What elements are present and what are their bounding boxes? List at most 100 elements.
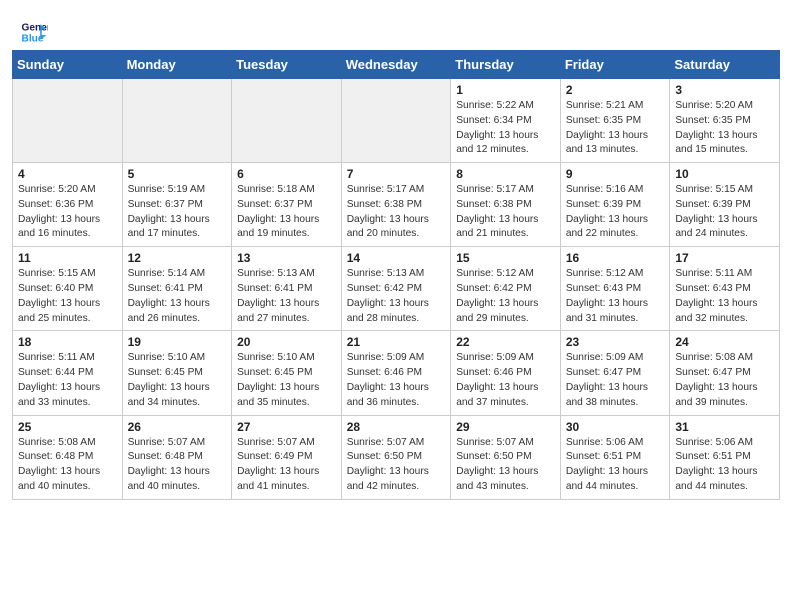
day-number: 29 <box>456 420 555 434</box>
day-info: Sunrise: 5:09 AMSunset: 6:47 PMDaylight:… <box>566 351 665 410</box>
day-number: 7 <box>347 167 446 181</box>
calendar-cell: 20Sunrise: 5:10 AMSunset: 6:45 PMDayligh… <box>232 331 342 415</box>
calendar-cell: 31 Sunrise: 5:06 AMSunset: 6:51 PMDayligh… <box>670 415 780 499</box>
logo: General Blue <box>20 18 52 46</box>
col-saturday: Saturday <box>670 51 780 79</box>
day-info: Sunrise: 5:10 AMSunset: 6:45 PMDaylight:… <box>128 351 227 410</box>
calendar-cell: 29Sunrise: 5:07 AMSunset: 6:50 PMDayligh… <box>451 415 561 499</box>
day-info: Sunrise: 5:20 AMSunset: 6:36 PMDaylight:… <box>18 183 117 242</box>
calendar-table: Sunday Monday Tuesday Wednesday Thursday… <box>12 50 780 500</box>
header: General Blue <box>0 0 792 50</box>
day-number: 1 <box>456 83 555 97</box>
day-info: Sunrise: 5:17 AMSunset: 6:38 PMDaylight:… <box>347 183 446 242</box>
day-info: Sunrise: 5:20 AMSunset: 6:35 PMDaylight:… <box>675 99 774 158</box>
day-info: Sunrise: 5:19 AMSunset: 6:37 PMDaylight:… <box>128 183 227 242</box>
week-row-2: 4 Sunrise: 5:20 AMSunset: 6:36 PMDaylight… <box>13 163 780 247</box>
day-info: Sunrise: 5:06 AMSunset: 6:51 PMDaylight:… <box>675 436 774 495</box>
day-info: Sunrise: 5:07 AMSunset: 6:50 PMDaylight:… <box>347 436 446 495</box>
calendar-cell: 16 Sunrise: 5:12 AMSunset: 6:43 PMDayligh… <box>560 247 670 331</box>
day-number: 3 <box>675 83 774 97</box>
day-number: 31 <box>675 420 774 434</box>
col-friday: Friday <box>560 51 670 79</box>
day-number: 16 <box>566 251 665 265</box>
calendar-cell: 21Sunrise: 5:09 AMSunset: 6:46 PMDayligh… <box>341 331 451 415</box>
calendar-cell: 15Sunrise: 5:12 AMSunset: 6:42 PMDayligh… <box>451 247 561 331</box>
calendar-cell: 13 Sunrise: 5:13 AMSunset: 6:41 PMDayligh… <box>232 247 342 331</box>
day-number: 25 <box>18 420 117 434</box>
col-wednesday: Wednesday <box>341 51 451 79</box>
day-number: 13 <box>237 251 336 265</box>
day-info: Sunrise: 5:14 AMSunset: 6:41 PMDaylight:… <box>128 267 227 326</box>
day-number: 6 <box>237 167 336 181</box>
calendar-cell: 17 Sunrise: 5:11 AMSunset: 6:43 PMDayligh… <box>670 247 780 331</box>
day-number: 23 <box>566 335 665 349</box>
day-number: 5 <box>128 167 227 181</box>
day-info: Sunrise: 5:11 AMSunset: 6:43 PMDaylight:… <box>675 267 774 326</box>
day-number: 9 <box>566 167 665 181</box>
day-number: 8 <box>456 167 555 181</box>
calendar-cell: 3 Sunrise: 5:20 AMSunset: 6:35 PMDaylight… <box>670 79 780 163</box>
week-row-5: 25 Sunrise: 5:08 AMSunset: 6:48 PMDayligh… <box>13 415 780 499</box>
day-info: Sunrise: 5:09 AMSunset: 6:46 PMDaylight:… <box>347 351 446 410</box>
calendar-cell: 1 Sunrise: 5:22 AMSunset: 6:34 PMDaylight… <box>451 79 561 163</box>
day-info: Sunrise: 5:06 AMSunset: 6:51 PMDaylight:… <box>566 436 665 495</box>
day-number: 4 <box>18 167 117 181</box>
calendar-cell: 11 Sunrise: 5:15 AMSunset: 6:40 PMDayligh… <box>13 247 123 331</box>
day-number: 30 <box>566 420 665 434</box>
calendar-cell: 22Sunrise: 5:09 AMSunset: 6:46 PMDayligh… <box>451 331 561 415</box>
day-number: 22 <box>456 335 555 349</box>
day-number: 12 <box>128 251 227 265</box>
calendar-cell: 14 Sunrise: 5:13 AMSunset: 6:42 PMDayligh… <box>341 247 451 331</box>
calendar-cell: 18 Sunrise: 5:11 AMSunset: 6:44 PMDayligh… <box>13 331 123 415</box>
calendar-cell: 30 Sunrise: 5:06 AMSunset: 6:51 PMDayligh… <box>560 415 670 499</box>
day-number: 20 <box>237 335 336 349</box>
day-info: Sunrise: 5:17 AMSunset: 6:38 PMDaylight:… <box>456 183 555 242</box>
calendar-wrapper: Sunday Monday Tuesday Wednesday Thursday… <box>0 50 792 512</box>
day-number: 18 <box>18 335 117 349</box>
week-row-3: 11 Sunrise: 5:15 AMSunset: 6:40 PMDayligh… <box>13 247 780 331</box>
day-number: 11 <box>18 251 117 265</box>
day-info: Sunrise: 5:15 AMSunset: 6:40 PMDaylight:… <box>18 267 117 326</box>
logo-icon: General Blue <box>20 18 48 46</box>
calendar-cell: 9 Sunrise: 5:16 AMSunset: 6:39 PMDaylight… <box>560 163 670 247</box>
col-tuesday: Tuesday <box>232 51 342 79</box>
calendar-cell <box>13 79 123 163</box>
day-info: Sunrise: 5:22 AMSunset: 6:34 PMDaylight:… <box>456 99 555 158</box>
calendar-cell: 23 Sunrise: 5:09 AMSunset: 6:47 PMDayligh… <box>560 331 670 415</box>
calendar-cell: 24 Sunrise: 5:08 AMSunset: 6:47 PMDayligh… <box>670 331 780 415</box>
day-info: Sunrise: 5:12 AMSunset: 6:42 PMDaylight:… <box>456 267 555 326</box>
day-number: 27 <box>237 420 336 434</box>
calendar-cell: 7 Sunrise: 5:17 AMSunset: 6:38 PMDaylight… <box>341 163 451 247</box>
col-thursday: Thursday <box>451 51 561 79</box>
week-row-1: 1 Sunrise: 5:22 AMSunset: 6:34 PMDaylight… <box>13 79 780 163</box>
calendar-cell <box>232 79 342 163</box>
calendar-cell: 19 Sunrise: 5:10 AMSunset: 6:45 PMDayligh… <box>122 331 232 415</box>
calendar-cell: 28Sunrise: 5:07 AMSunset: 6:50 PMDayligh… <box>341 415 451 499</box>
day-info: Sunrise: 5:21 AMSunset: 6:35 PMDaylight:… <box>566 99 665 158</box>
day-info: Sunrise: 5:15 AMSunset: 6:39 PMDaylight:… <box>675 183 774 242</box>
day-info: Sunrise: 5:07 AMSunset: 6:48 PMDaylight:… <box>128 436 227 495</box>
day-info: Sunrise: 5:13 AMSunset: 6:42 PMDaylight:… <box>347 267 446 326</box>
day-number: 14 <box>347 251 446 265</box>
day-info: Sunrise: 5:08 AMSunset: 6:47 PMDaylight:… <box>675 351 774 410</box>
calendar-cell: 27Sunrise: 5:07 AMSunset: 6:49 PMDayligh… <box>232 415 342 499</box>
calendar-cell: 6 Sunrise: 5:18 AMSunset: 6:37 PMDaylight… <box>232 163 342 247</box>
calendar-cell: 5 Sunrise: 5:19 AMSunset: 6:37 PMDaylight… <box>122 163 232 247</box>
day-info: Sunrise: 5:13 AMSunset: 6:41 PMDaylight:… <box>237 267 336 326</box>
calendar-cell: 2 Sunrise: 5:21 AMSunset: 6:35 PMDaylight… <box>560 79 670 163</box>
calendar-cell <box>341 79 451 163</box>
day-info: Sunrise: 5:18 AMSunset: 6:37 PMDaylight:… <box>237 183 336 242</box>
day-number: 19 <box>128 335 227 349</box>
calendar-cell: 26Sunrise: 5:07 AMSunset: 6:48 PMDayligh… <box>122 415 232 499</box>
col-sunday: Sunday <box>13 51 123 79</box>
day-info: Sunrise: 5:12 AMSunset: 6:43 PMDaylight:… <box>566 267 665 326</box>
day-info: Sunrise: 5:16 AMSunset: 6:39 PMDaylight:… <box>566 183 665 242</box>
day-number: 2 <box>566 83 665 97</box>
day-info: Sunrise: 5:11 AMSunset: 6:44 PMDaylight:… <box>18 351 117 410</box>
col-monday: Monday <box>122 51 232 79</box>
day-info: Sunrise: 5:08 AMSunset: 6:48 PMDaylight:… <box>18 436 117 495</box>
day-number: 17 <box>675 251 774 265</box>
day-number: 24 <box>675 335 774 349</box>
header-row: Sunday Monday Tuesday Wednesday Thursday… <box>13 51 780 79</box>
calendar-cell: 25 Sunrise: 5:08 AMSunset: 6:48 PMDayligh… <box>13 415 123 499</box>
